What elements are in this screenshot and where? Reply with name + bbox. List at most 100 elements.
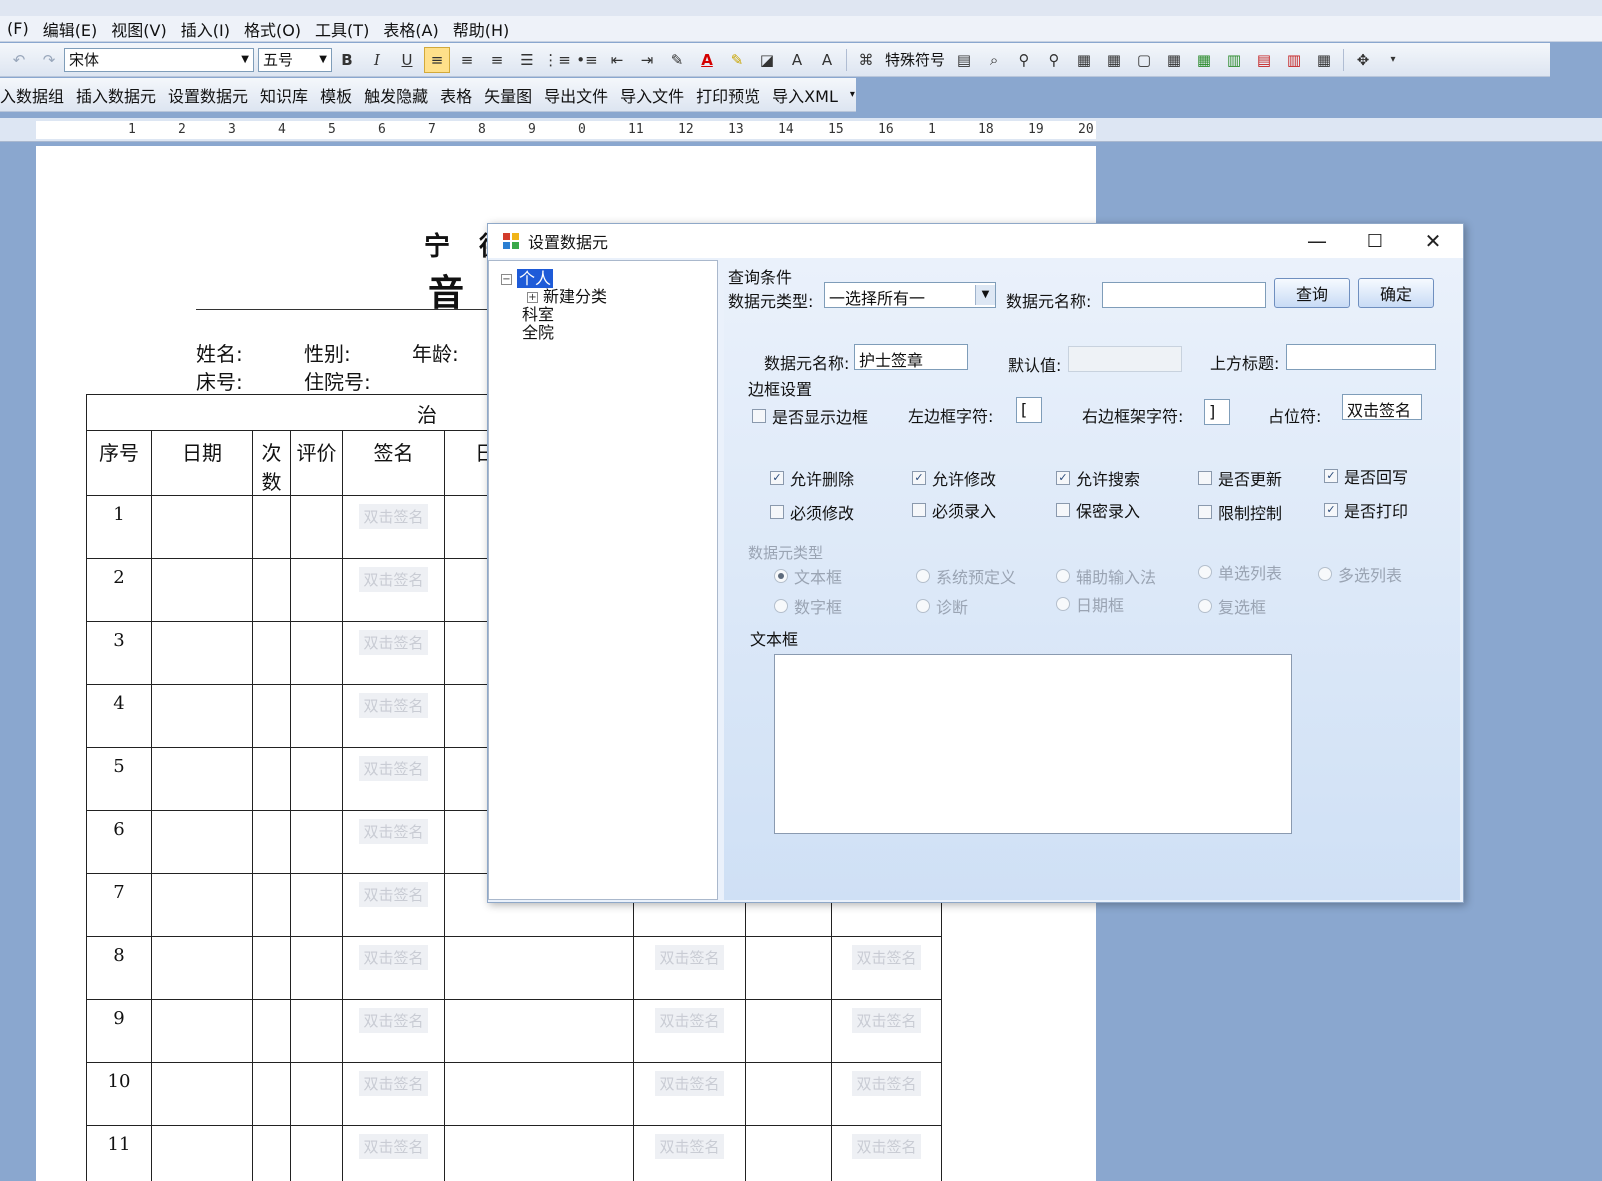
- table-cell[interactable]: [290, 558, 343, 622]
- signature-placeholder[interactable]: 双击签名: [359, 504, 428, 529]
- signature-placeholder[interactable]: 双击签名: [852, 945, 921, 970]
- signature-cell[interactable]: 双击签名: [633, 1062, 746, 1126]
- query-button[interactable]: 查询: [1274, 278, 1350, 308]
- top-title-input[interactable]: [1286, 344, 1436, 370]
- vector-graphic-button[interactable]: 矢量图: [478, 83, 538, 107]
- signature-placeholder[interactable]: 双击签名: [359, 882, 428, 907]
- import-xml-button[interactable]: 导入XML: [766, 83, 844, 107]
- redo-icon[interactable]: ↷: [36, 47, 62, 73]
- table-cell[interactable]: [151, 999, 253, 1063]
- binoculars-icon[interactable]: ⚲: [1011, 47, 1037, 73]
- row-number[interactable]: 11: [86, 1125, 152, 1181]
- import-file-button[interactable]: 导入文件: [614, 83, 690, 107]
- insert-column-icon[interactable]: ▥: [1221, 47, 1247, 73]
- row-number[interactable]: 9: [86, 999, 152, 1063]
- print-checkbox[interactable]: ✓ 是否打印: [1324, 498, 1408, 522]
- font-color-icon[interactable]: A: [694, 47, 720, 73]
- signature-placeholder[interactable]: 双击签名: [359, 1071, 428, 1096]
- signature-placeholder[interactable]: 双击签名: [655, 1134, 724, 1159]
- table-insert-icon[interactable]: ▦: [1071, 47, 1097, 73]
- delete-column-icon[interactable]: ▥: [1281, 47, 1307, 73]
- menu-tools[interactable]: 工具(T): [308, 17, 376, 41]
- knowledge-base-button[interactable]: 知识库: [254, 83, 314, 107]
- font-grow-icon[interactable]: A: [784, 47, 810, 73]
- table-cell[interactable]: [151, 495, 253, 559]
- font-shrink-icon[interactable]: A: [814, 47, 840, 73]
- table-cell[interactable]: [444, 936, 634, 1000]
- italic-button[interactable]: I: [364, 47, 390, 73]
- table-cell[interactable]: [252, 1062, 291, 1126]
- must-modify-checkbox[interactable]: 必须修改: [770, 500, 854, 524]
- table-cell[interactable]: [290, 873, 343, 937]
- allow-search-checkbox[interactable]: ✓ 允许搜索: [1056, 466, 1140, 490]
- table-cell[interactable]: [151, 621, 253, 685]
- table-button[interactable]: 表格: [434, 83, 478, 107]
- type-select[interactable]: 一选择所有一 ▼: [824, 282, 996, 308]
- signature-placeholder[interactable]: 双击签名: [359, 1008, 428, 1033]
- highlight-icon[interactable]: ✎: [724, 47, 750, 73]
- row-number[interactable]: 6: [86, 810, 152, 874]
- justify-icon[interactable]: ☰: [514, 47, 540, 73]
- type-number-radio[interactable]: 数字框: [774, 594, 842, 618]
- signature-placeholder[interactable]: 双击签名: [359, 693, 428, 718]
- type-textbox-radio[interactable]: 文本框: [774, 564, 842, 588]
- category-tree[interactable]: − 个人 + 新建分类 科室 全院: [488, 260, 718, 900]
- signature-placeholder[interactable]: 双击签名: [852, 1071, 921, 1096]
- row-number[interactable]: 7: [86, 873, 152, 937]
- confirm-button[interactable]: 确定: [1358, 278, 1434, 308]
- table-cell[interactable]: [151, 747, 253, 811]
- allow-edit-checkbox[interactable]: ✓ 允许修改: [912, 466, 996, 490]
- insert-data-element-button[interactable]: 插入数据元: [70, 83, 162, 107]
- font-size-select[interactable]: 五号 ▼: [258, 47, 332, 72]
- table-cell[interactable]: [151, 810, 253, 874]
- signature-cell[interactable]: 双击签名: [342, 999, 445, 1063]
- signature-placeholder[interactable]: 双击签名: [359, 630, 428, 655]
- left-char-input[interactable]: [: [1016, 397, 1042, 423]
- type-single-list-radio[interactable]: 单选列表: [1198, 560, 1282, 584]
- row-number[interactable]: 1: [86, 495, 152, 559]
- signature-cell[interactable]: 双击签名: [342, 873, 445, 937]
- table-cell[interactable]: [745, 1062, 832, 1126]
- signature-placeholder[interactable]: 双击签名: [655, 1071, 724, 1096]
- table-cell[interactable]: [290, 810, 343, 874]
- table-cell[interactable]: [444, 1125, 634, 1181]
- set-data-element-button[interactable]: 设置数据元: [162, 83, 254, 107]
- signature-cell[interactable]: 双击签名: [342, 621, 445, 685]
- table-cell[interactable]: [151, 936, 253, 1000]
- show-border-checkbox[interactable]: 是否显示边框: [752, 404, 868, 428]
- restrict-control-checkbox[interactable]: 限制控制: [1198, 500, 1282, 524]
- signature-cell[interactable]: 双击签名: [831, 1125, 942, 1181]
- search-icon[interactable]: ⌕: [981, 47, 1007, 73]
- template-button[interactable]: 模板: [314, 83, 358, 107]
- row-number[interactable]: 10: [86, 1062, 152, 1126]
- signature-cell[interactable]: 双击签名: [342, 747, 445, 811]
- table-cell[interactable]: [252, 495, 291, 559]
- is-update-checkbox[interactable]: 是否更新: [1198, 466, 1282, 490]
- type-multi-list-radio[interactable]: 多选列表: [1318, 562, 1402, 586]
- type-date-radio[interactable]: 日期框: [1056, 592, 1124, 616]
- close-button[interactable]: ✕: [1404, 224, 1462, 258]
- table-cell[interactable]: [252, 936, 291, 1000]
- signature-cell[interactable]: 双击签名: [633, 1125, 746, 1181]
- move-handle-icon[interactable]: ✥: [1350, 47, 1376, 73]
- table-cell[interactable]: [252, 1125, 291, 1181]
- table-cell[interactable]: [290, 495, 343, 559]
- menu-edit[interactable]: 编辑(E): [36, 17, 105, 41]
- signature-cell[interactable]: 双击签名: [342, 1062, 445, 1126]
- table-cell[interactable]: [252, 810, 291, 874]
- type-system-predefined-radio[interactable]: 系统预定义: [916, 564, 1016, 588]
- signature-placeholder[interactable]: 双击签名: [359, 567, 428, 592]
- table-cell[interactable]: [151, 1062, 253, 1126]
- table-cell[interactable]: [745, 936, 832, 1000]
- toolbar-overflow-icon[interactable]: ▾: [1380, 47, 1406, 73]
- table-cell[interactable]: [745, 1125, 832, 1181]
- trigger-hide-button[interactable]: 触发隐藏: [358, 83, 434, 107]
- query-name-input[interactable]: [1102, 282, 1266, 308]
- row-number[interactable]: 2: [86, 558, 152, 622]
- signature-placeholder[interactable]: 双击签名: [852, 1134, 921, 1159]
- signature-cell[interactable]: 双击签名: [342, 684, 445, 748]
- table-cell[interactable]: [290, 1125, 343, 1181]
- horizontal-ruler[interactable]: 1 2 3 4 5 6 7 8 9 0 11 12 13 14 15 16 1 …: [0, 118, 1602, 142]
- table-cell[interactable]: [151, 873, 253, 937]
- table-cell[interactable]: [252, 873, 291, 937]
